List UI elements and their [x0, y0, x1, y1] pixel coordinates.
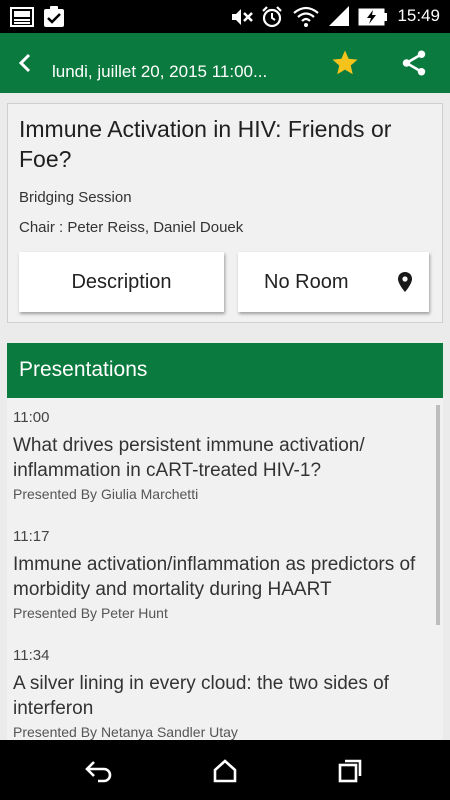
presentations-header: Presentations: [7, 343, 443, 398]
session-title: Immune Activation in HIV: Friends or Foe…: [19, 116, 392, 172]
status-time: 15:49: [397, 6, 440, 25]
presentation-item[interactable]: 11:17 Immune activation/inflammation as …: [13, 528, 433, 621]
status-bar: 15:49: [0, 0, 450, 33]
presentation-presenter: Presented By Netanya Sandler Utay: [13, 724, 238, 740]
presentation-time: 11:34: [13, 647, 50, 664]
share-button[interactable]: [396, 45, 432, 81]
image-icon: [10, 7, 34, 31]
alarm-icon: [260, 5, 284, 33]
presentation-item[interactable]: 11:00 What drives persistent immune acti…: [13, 409, 433, 502]
favorite-button[interactable]: [327, 45, 363, 81]
presentations-panel[interactable]: Presentations 11:00 What drives persiste…: [7, 343, 443, 740]
room-button[interactable]: No Room: [238, 252, 429, 312]
back-arrow-icon: [18, 53, 31, 73]
presentation-item[interactable]: 11:34 A silver lining in every cloud: th…: [13, 647, 433, 740]
presentation-time: 11:00: [13, 409, 50, 426]
session-chair: Chair : Peter Reiss, Daniel Douek: [19, 219, 244, 236]
battery-charging-icon: [358, 8, 388, 30]
app-bar: lundi, juillet 20, 2015 11:00...: [0, 33, 450, 93]
share-icon: [402, 50, 426, 76]
star-icon: [332, 50, 358, 75]
nav-recents-button[interactable]: [333, 754, 367, 788]
presentations-title: Presentations: [19, 358, 148, 381]
nav-back-icon: [85, 761, 112, 783]
nav-recents-icon: [338, 759, 362, 783]
presentation-title: What drives persistent immune activation…: [13, 435, 365, 481]
session-type: Bridging Session: [19, 189, 132, 206]
presentation-title: Immune activation/inflammation as predic…: [13, 554, 416, 600]
scrollbar[interactable]: [436, 405, 440, 625]
session-card: Immune Activation in HIV: Friends or Foe…: [7, 103, 443, 323]
description-button[interactable]: Description: [19, 252, 224, 312]
clipboard-check-icon: [42, 5, 66, 33]
description-button-label: Description: [71, 270, 172, 293]
system-nav-bar: [0, 740, 450, 800]
wifi-icon: [292, 4, 320, 32]
back-button[interactable]: [8, 45, 44, 81]
nav-home-button[interactable]: [208, 754, 242, 788]
presentation-time: 11:17: [13, 528, 50, 545]
signal-icon: [328, 5, 350, 31]
presentation-presenter: Presented By Giulia Marchetti: [13, 486, 199, 502]
presentation-presenter: Presented By Peter Hunt: [13, 605, 168, 621]
nav-back-button[interactable]: [82, 754, 116, 788]
session-datetime-title: lundi, juillet 20, 2015 11:00...: [52, 62, 268, 81]
nav-home-icon: [213, 759, 237, 783]
presentation-title: A silver lining in every cloud: the two …: [13, 673, 389, 719]
mute-icon: [230, 7, 254, 31]
location-pin-icon: [398, 272, 412, 292]
room-button-label: No Room: [264, 270, 349, 293]
